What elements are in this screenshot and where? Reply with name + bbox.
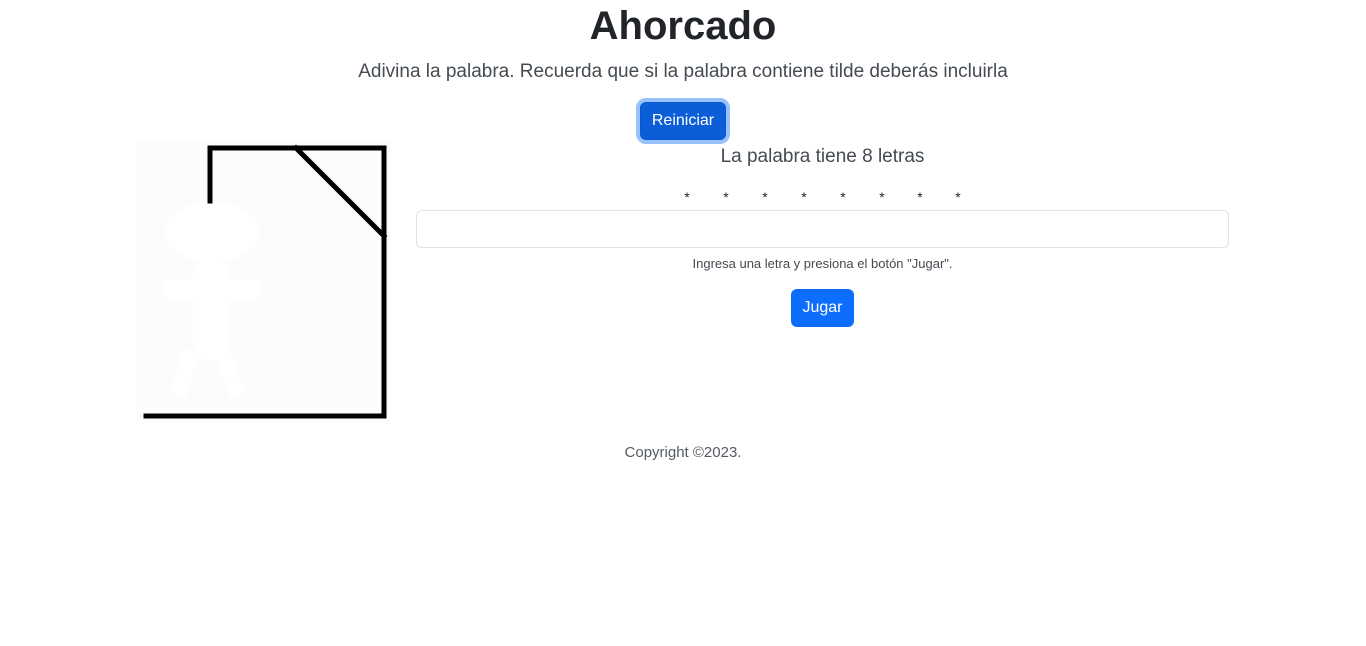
reset-button[interactable]: Reiniciar bbox=[640, 102, 726, 140]
hangman-gallows-icon bbox=[136, 140, 390, 424]
word-length-text: La palabra tiene 8 letras bbox=[720, 146, 925, 167]
masked-letter: * bbox=[723, 189, 729, 205]
masked-word: * * * * * * * * bbox=[416, 186, 1229, 208]
page-title: Ahorcado bbox=[589, 4, 777, 48]
play-button[interactable]: Jugar bbox=[791, 289, 854, 327]
masked-letter: * bbox=[684, 189, 690, 205]
hangman-image bbox=[136, 140, 390, 424]
masked-letter: * bbox=[879, 189, 885, 205]
footer-copyright: Copyright ©2023. bbox=[624, 444, 742, 461]
input-help-text: Ingresa una letra y presiona el botón "J… bbox=[692, 256, 953, 271]
masked-letter: * bbox=[801, 189, 807, 205]
masked-letter: * bbox=[917, 189, 923, 205]
masked-letter: * bbox=[840, 189, 846, 205]
masked-letter: * bbox=[762, 189, 768, 205]
page-subtitle: Adivina la palabra. Recuerda que si la p… bbox=[358, 61, 1008, 82]
masked-letter: * bbox=[955, 189, 961, 205]
letter-input[interactable] bbox=[416, 210, 1229, 248]
